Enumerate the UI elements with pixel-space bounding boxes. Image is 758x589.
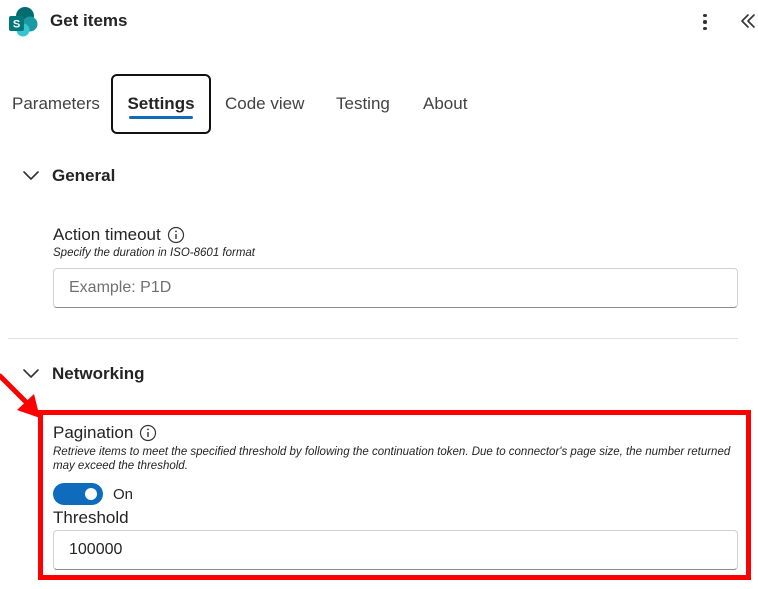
general-section-title: General (52, 166, 116, 185)
general-section-header[interactable]: General (22, 164, 115, 188)
sharepoint-logo-icon: S (9, 7, 38, 37)
info-icon[interactable] (167, 226, 185, 244)
action-timeout-label-text: Action timeout (53, 225, 161, 244)
tab-testing[interactable]: Testing (336, 74, 390, 134)
pagination-toggle-state: On (113, 486, 134, 503)
pagination-toggle[interactable] (53, 483, 103, 505)
threshold-input[interactable] (53, 530, 738, 570)
networking-section-header[interactable]: Networking (22, 362, 145, 386)
svg-text:S: S (13, 19, 20, 31)
action-timeout-input[interactable] (53, 268, 738, 308)
double-chevron-left-icon[interactable] (738, 10, 758, 32)
more-vertical-icon (703, 13, 707, 18)
settings-panel: S Get items Parameters Settings Code vie… (0, 0, 758, 589)
action-timeout-label: Action timeout (53, 225, 185, 245)
tab-about[interactable]: About (423, 74, 467, 134)
tab-parameters[interactable]: Parameters (12, 74, 100, 134)
pagination-description: Retrieve items to meet the specified thr… (53, 446, 731, 472)
tab-selected-indicator (129, 116, 193, 119)
tab-code-view[interactable]: Code view (225, 74, 304, 134)
chevron-down-icon (23, 171, 39, 180)
tab-settings-label: Settings (127, 94, 195, 113)
info-icon[interactable] (139, 424, 157, 442)
pagination-label-text: Pagination (53, 423, 134, 442)
threshold-label: Threshold (53, 508, 129, 528)
toggle-knob (85, 488, 97, 500)
pagination-label: Pagination (53, 423, 157, 443)
section-divider (8, 338, 738, 339)
threshold-label-text: Threshold (53, 508, 129, 527)
tab-settings[interactable]: Settings (111, 74, 211, 134)
chevron-down-icon (23, 369, 39, 378)
networking-section-title: Networking (52, 364, 145, 383)
action-timeout-description: Specify the duration in ISO-8601 format (53, 247, 255, 259)
more-options-button[interactable] (694, 10, 716, 34)
page-title: Get items (50, 11, 128, 30)
panel-header: S Get items (0, 0, 758, 44)
tab-list: Parameters Settings Code view Testing Ab… (0, 74, 758, 134)
